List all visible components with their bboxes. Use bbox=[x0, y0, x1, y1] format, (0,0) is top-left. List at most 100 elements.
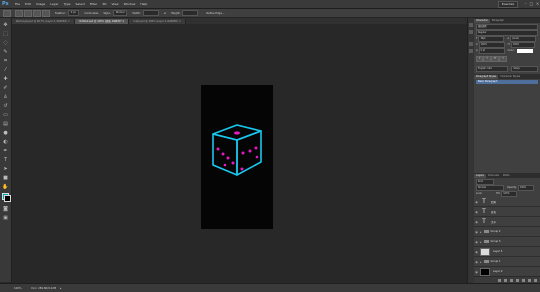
maximize-icon[interactable]: □ bbox=[529, 1, 534, 6]
underline-button[interactable]: T bbox=[499, 55, 507, 62]
trash-icon[interactable] bbox=[534, 278, 537, 282]
opacity-input[interactable]: 100% bbox=[517, 184, 534, 191]
antialias-select[interactable]: Sharp bbox=[511, 65, 538, 72]
zoom-level[interactable]: 100% bbox=[14, 287, 21, 290]
language-select[interactable]: English: USA bbox=[476, 65, 509, 72]
width-input[interactable] bbox=[142, 10, 159, 16]
expand-arrow-icon[interactable]: ▸ bbox=[480, 230, 482, 234]
history-icon[interactable] bbox=[469, 23, 473, 27]
visibility-eye-icon[interactable]: ◉ bbox=[474, 230, 479, 234]
menu-window[interactable]: Window bbox=[124, 2, 136, 6]
background-color-swatch[interactable] bbox=[4, 195, 11, 202]
type-tool-icon[interactable]: T bbox=[2, 157, 9, 163]
new-layer-icon[interactable] bbox=[528, 278, 531, 282]
crop-tool-icon[interactable]: ⌗ bbox=[2, 58, 9, 64]
menu-edit[interactable]: Edit bbox=[25, 2, 31, 6]
visibility-eye-icon[interactable]: ◉ bbox=[474, 210, 479, 214]
document-canvas[interactable] bbox=[201, 85, 273, 229]
quick-mask-icon[interactable]: ◙ bbox=[2, 206, 9, 212]
layer-row[interactable]: ◉ T 四角 bbox=[474, 197, 540, 207]
minimize-icon[interactable]: – bbox=[523, 1, 528, 6]
new-selection-icon[interactable] bbox=[15, 9, 23, 17]
lasso-tool-icon[interactable]: ◌ bbox=[2, 40, 9, 46]
faux-italic-button[interactable]: T bbox=[483, 55, 491, 62]
basic-paragraph-style[interactable]: Basic Paragraph bbox=[476, 80, 538, 84]
new-group-icon[interactable] bbox=[522, 278, 525, 282]
status-menu-icon[interactable]: ▸ bbox=[60, 287, 61, 290]
height-input[interactable] bbox=[182, 10, 199, 16]
vertical-scale-input[interactable]: 100% bbox=[510, 41, 535, 48]
refine-edge-button[interactable]: Refine Edge... bbox=[206, 12, 224, 15]
brush-tool-icon[interactable]: ✐ bbox=[2, 85, 9, 91]
baseline-input[interactable]: 0 pt bbox=[478, 47, 505, 54]
visibility-eye-icon[interactable]: ◉ bbox=[474, 240, 479, 244]
menu-select[interactable]: Select bbox=[76, 2, 85, 6]
tab-layers[interactable]: Layers bbox=[474, 174, 486, 178]
tab-character-styles[interactable]: Character Styles bbox=[498, 75, 522, 79]
add-selection-icon[interactable] bbox=[24, 9, 32, 17]
eraser-tool-icon[interactable]: ▭ bbox=[2, 112, 9, 118]
layer-row[interactable]: ◉ ▸ Group 2 bbox=[474, 227, 540, 237]
intersect-selection-icon[interactable] bbox=[42, 9, 50, 17]
gradient-tool-icon[interactable]: ▤ bbox=[2, 121, 9, 127]
link-layers-icon[interactable] bbox=[498, 278, 501, 282]
move-tool-icon[interactable]: ✥ bbox=[2, 22, 9, 28]
close-icon[interactable]: × bbox=[535, 1, 540, 6]
layer-row[interactable]: ◉ ▸ Group 1 bbox=[474, 257, 540, 267]
menu-3d[interactable]: 3D bbox=[102, 2, 106, 6]
menu-file[interactable]: File bbox=[15, 2, 20, 6]
paragraph-icon[interactable] bbox=[469, 49, 473, 53]
screen-mode-icon[interactable]: ▣ bbox=[2, 215, 9, 221]
character-icon[interactable] bbox=[469, 42, 473, 46]
dodge-tool-icon[interactable]: ◐ bbox=[2, 139, 9, 145]
visibility-eye-icon[interactable]: ◉ bbox=[474, 250, 479, 254]
tab-paths[interactable]: Paths bbox=[501, 174, 512, 178]
layer-row[interactable]: ◉ Layer 5 bbox=[474, 247, 540, 257]
eyedropper-tool-icon[interactable]: ⁄ bbox=[2, 67, 9, 73]
healing-brush-tool-icon[interactable]: ✚ bbox=[2, 76, 9, 82]
mask-icon[interactable] bbox=[510, 278, 513, 282]
hand-tool-icon[interactable]: ✋ bbox=[2, 184, 9, 190]
layer-row[interactable]: ◉ ▸ Group 3 bbox=[474, 237, 540, 247]
visibility-eye-icon[interactable]: ◉ bbox=[474, 260, 479, 264]
layer-row[interactable]: ◉ T 底色 bbox=[474, 207, 540, 217]
path-selection-tool-icon[interactable]: ➤ bbox=[2, 166, 9, 172]
quick-select-tool-icon[interactable]: ✎ bbox=[2, 49, 9, 55]
subtract-selection-icon[interactable] bbox=[33, 9, 41, 17]
menu-filter[interactable]: Filter bbox=[90, 2, 97, 6]
expand-arrow-icon[interactable]: ▸ bbox=[480, 240, 482, 244]
history-brush-tool-icon[interactable]: ↺ bbox=[2, 103, 9, 109]
fill-input[interactable]: 100% bbox=[501, 190, 518, 197]
adjustment-icon[interactable] bbox=[516, 278, 519, 282]
visibility-eye-icon[interactable]: ◉ bbox=[474, 220, 479, 224]
menu-help[interactable]: Help bbox=[140, 2, 147, 6]
faux-bold-button[interactable]: T bbox=[476, 55, 484, 62]
swap-icon[interactable]: ⇄ bbox=[164, 12, 166, 15]
tab-channels[interactable]: Channels bbox=[486, 174, 501, 178]
menu-type[interactable]: Type bbox=[64, 2, 71, 6]
menu-image[interactable]: Image bbox=[36, 2, 45, 6]
tab-paragraph[interactable]: Paragraph bbox=[490, 19, 506, 23]
pen-tool-icon[interactable]: ✒ bbox=[2, 148, 9, 154]
marquee-tool-preset-icon[interactable] bbox=[3, 9, 11, 17]
text-color-swatch[interactable] bbox=[516, 48, 533, 53]
expand-arrow-icon[interactable]: ▸ bbox=[480, 260, 482, 264]
all-caps-button[interactable]: TT bbox=[490, 55, 500, 62]
layer-row[interactable]: ◉ T 文字 bbox=[474, 217, 540, 227]
properties-icon[interactable] bbox=[469, 30, 473, 34]
tab-paragraph-styles[interactable]: Paragraph Styles bbox=[474, 75, 499, 79]
clone-stamp-tool-icon[interactable]: ♙ bbox=[2, 94, 9, 100]
fx-icon[interactable] bbox=[504, 278, 507, 282]
blur-tool-icon[interactable]: ● bbox=[2, 130, 9, 136]
menu-layer[interactable]: Layer bbox=[50, 2, 58, 6]
antialias-option[interactable]: ☐ Anti-alias bbox=[84, 12, 98, 15]
feather-input[interactable]: 0 px bbox=[67, 10, 79, 16]
shape-tool-icon[interactable]: ■ bbox=[2, 175, 9, 181]
visibility-eye-icon[interactable]: ◉ bbox=[474, 200, 479, 204]
blend-mode-select[interactable]: Normal bbox=[476, 184, 504, 191]
visibility-eye-icon[interactable]: ◉ bbox=[474, 270, 479, 274]
marquee-tool-icon[interactable]: ⬚ bbox=[2, 31, 9, 37]
tab-character[interactable]: Character bbox=[474, 19, 490, 23]
workspace-switcher[interactable]: Essentials bbox=[498, 1, 518, 8]
menu-view[interactable]: View bbox=[111, 2, 118, 6]
